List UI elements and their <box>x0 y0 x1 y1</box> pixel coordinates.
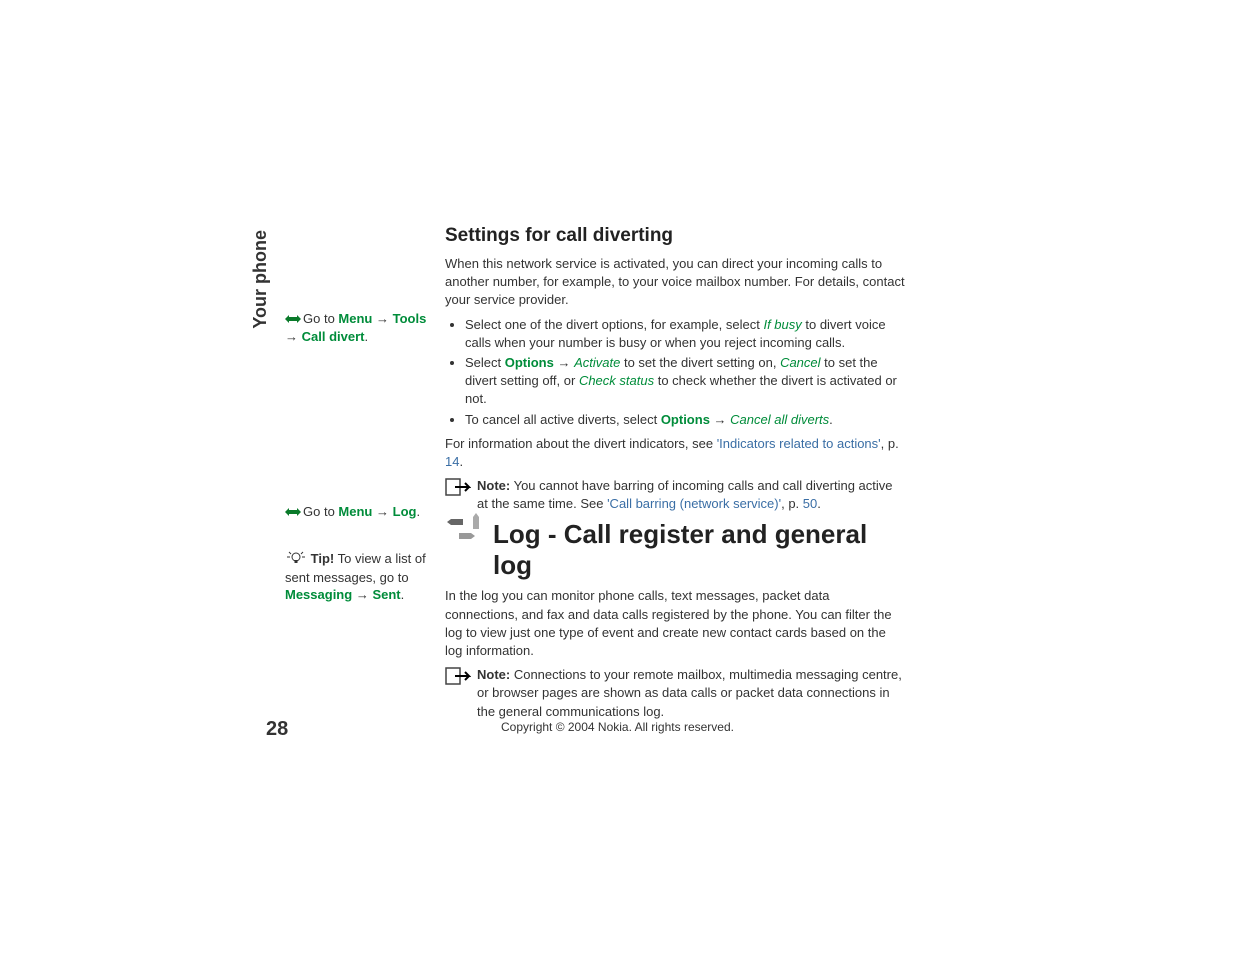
link-page-50[interactable]: 50 <box>803 496 817 511</box>
list-item: Select one of the divert options, for ex… <box>465 316 905 352</box>
lightbulb-icon <box>285 550 307 569</box>
note-icon <box>445 667 471 685</box>
log-arrows-icon <box>445 511 487 549</box>
link-indicators[interactable]: 'Indicators related to actions' <box>717 436 881 451</box>
bullet-list: Select one of the divert options, for ex… <box>445 316 905 429</box>
side-nav-tip: Tip! To view a list of sent messages, go… <box>285 550 430 604</box>
link-call-barring[interactable]: 'Call barring (network service)' <box>607 496 781 511</box>
heading-log: Log - Call register and general log <box>445 519 905 581</box>
link-page-14[interactable]: 14 <box>445 454 459 469</box>
double-arrow-icon <box>285 311 301 329</box>
intro-paragraph: When this network service is activated, … <box>445 255 905 310</box>
log-paragraph: In the log you can monitor phone calls, … <box>445 587 905 660</box>
divert-indicators-paragraph: For information about the divert indicat… <box>445 435 905 471</box>
double-arrow-icon <box>285 504 301 522</box>
side-nav-log: Go to Menu → Log. <box>285 503 430 521</box>
list-item: To cancel all active diverts, select Opt… <box>465 411 905 429</box>
main-content: Settings for call diverting When this ne… <box>445 225 905 727</box>
copyright-footer: Copyright © 2004 Nokia. All rights reser… <box>0 720 1235 734</box>
note-block: Note: You cannot have barring of incomin… <box>445 477 905 513</box>
list-item: Select Options → Activate to set the div… <box>465 354 905 409</box>
page-number: 28 <box>266 718 288 741</box>
note-block: Note: Connections to your remote mailbox… <box>445 666 905 721</box>
section-label: Your phone <box>250 230 271 329</box>
heading-settings: Settings for call diverting <box>445 225 905 247</box>
side-nav-call-divert: Go to Menu → Tools → Call divert. <box>285 310 430 346</box>
note-icon <box>445 478 471 496</box>
